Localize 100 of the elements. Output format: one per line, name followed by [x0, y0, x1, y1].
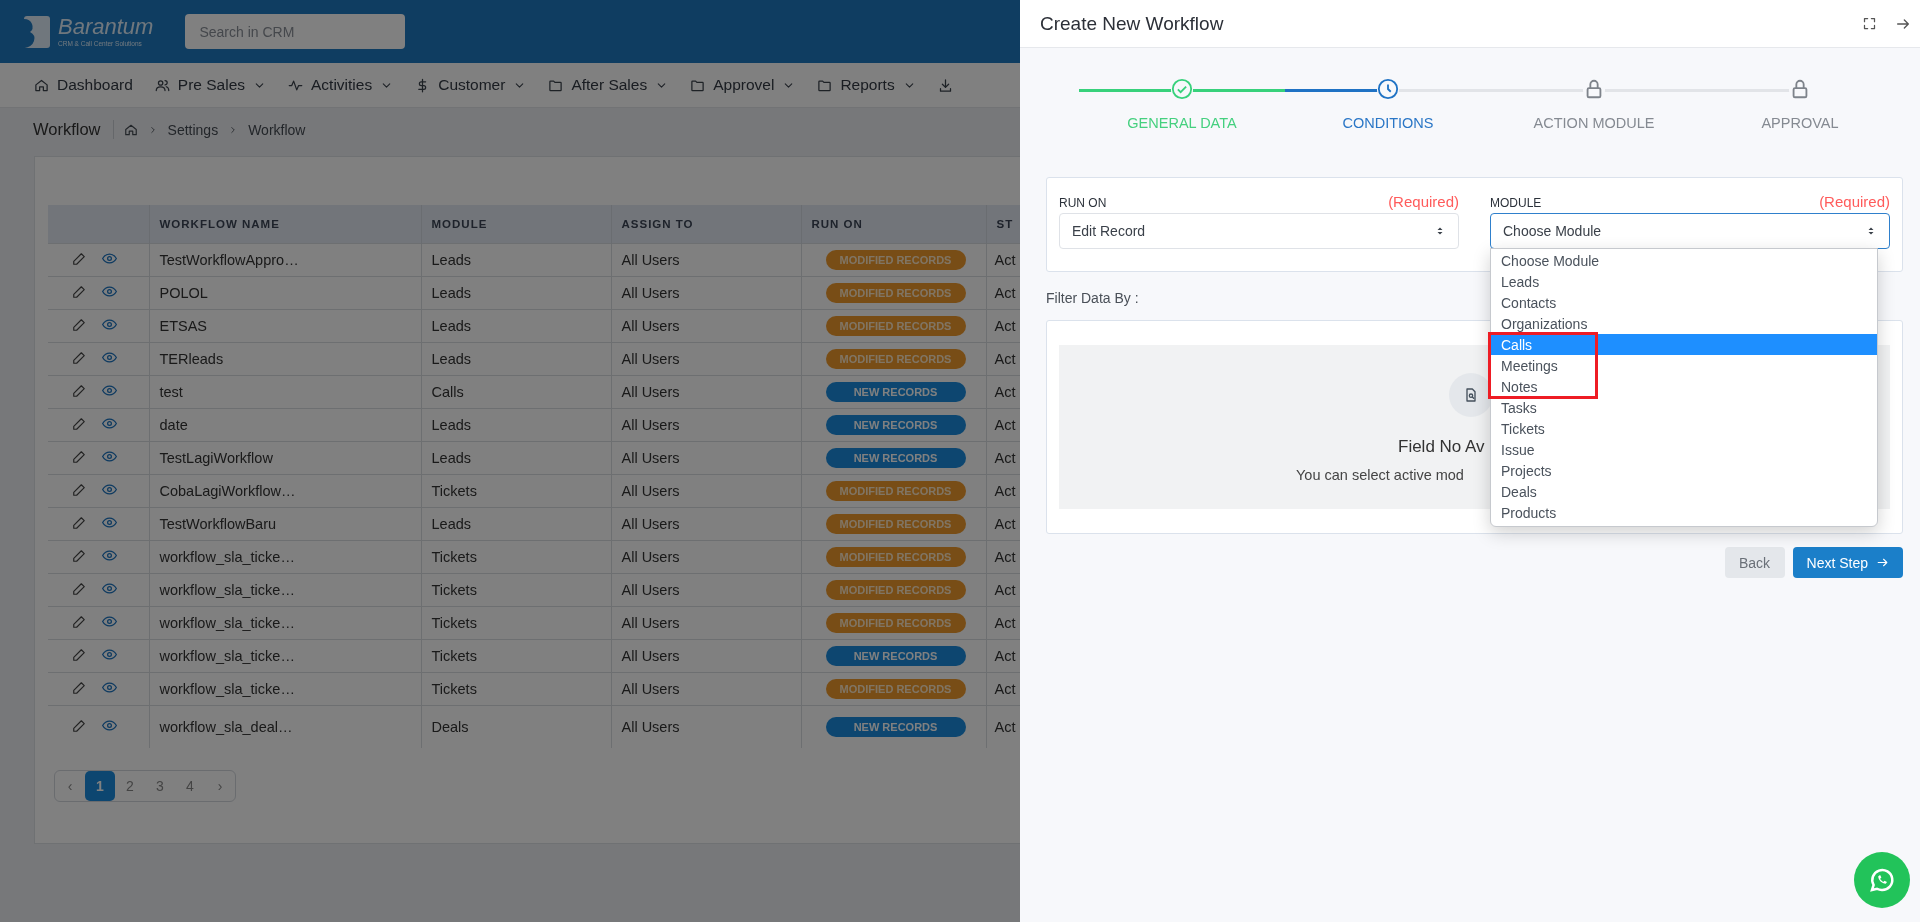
table-cell: Tickets: [421, 573, 611, 607]
table-cell: TERleads: [149, 342, 421, 376]
table-cell: workflow_sla_ticke…: [149, 606, 421, 640]
run-on-select[interactable]: Edit Record: [1059, 213, 1459, 249]
status-badge: NEW RECORDS: [825, 382, 966, 402]
nav-menu-item[interactable]: Activities: [288, 76, 394, 94]
page-button[interactable]: ›: [205, 771, 235, 801]
table-cell: Tickets: [421, 540, 611, 574]
table-cell: All Users: [611, 705, 801, 748]
eye-icon: [102, 548, 117, 563]
column-header: WORKFLOW NAME: [149, 205, 421, 244]
column-header: ST: [986, 205, 1020, 244]
dropdown-option[interactable]: Leads: [1491, 271, 1877, 292]
table-cell: workflow_sla_ticke…: [149, 639, 421, 673]
required-note: (Required): [1388, 193, 1459, 210]
pencil-icon: [72, 416, 86, 431]
eye-icon: [102, 581, 117, 596]
table-cell: All Users: [611, 474, 801, 508]
table-cell: Act: [994, 351, 1016, 367]
pencil-icon: [72, 383, 86, 398]
table-cell: Act: [994, 252, 1016, 268]
table-cell: Act: [994, 450, 1016, 466]
dropdown-option[interactable]: Projects: [1491, 460, 1877, 481]
module-select[interactable]: Choose Module: [1490, 213, 1890, 249]
table-cell: workflow_sla_ticke…: [149, 672, 421, 706]
empty-title: Field No Av: [1398, 437, 1485, 457]
dropdown-option[interactable]: Issue: [1491, 439, 1877, 460]
pencil-icon: [72, 350, 86, 365]
dropdown-option[interactable]: Meetings: [1491, 355, 1877, 376]
table-cell: TestLagiWorkflow: [149, 441, 421, 475]
page-button[interactable]: ‹: [55, 771, 85, 801]
nav-menu-item[interactable]: Customer: [415, 76, 527, 94]
table-cell: Leads: [421, 441, 611, 475]
search-field[interactable]: Search in CRM: [185, 14, 406, 49]
dropdown-option[interactable]: Contacts: [1491, 292, 1877, 313]
page-button[interactable]: 1: [85, 771, 115, 801]
table-cell: Leads: [421, 408, 611, 442]
table-cell: All Users: [611, 573, 801, 607]
eye-icon: [102, 647, 117, 662]
pencil-icon: [72, 647, 86, 662]
page-button[interactable]: 2: [115, 771, 145, 801]
nav-menu-item[interactable]: Dashboard: [34, 76, 133, 94]
dropdown-option[interactable]: Notes: [1491, 376, 1877, 397]
table-cell: Act: [994, 318, 1016, 334]
table-cell: workflow_sla_ticke…: [149, 540, 421, 574]
status-badge: NEW RECORDS: [825, 646, 966, 666]
column-header: ASSIGN TO: [611, 205, 801, 244]
pencil-icon: [72, 251, 86, 266]
table-cell: Act: [994, 549, 1016, 565]
dropdown-option[interactable]: Tickets: [1491, 418, 1877, 439]
folder-icon: [548, 77, 564, 93]
table-cell: date: [149, 408, 421, 442]
table-cell: All Users: [611, 441, 801, 475]
table-cell: All Users: [611, 408, 801, 442]
table-cell: All Users: [611, 375, 801, 409]
nav-menu-item[interactable]: Reports: [817, 76, 916, 94]
status-badge: MODIFIED RECORDS: [825, 316, 966, 336]
file-search-icon: [1463, 387, 1479, 403]
status-badge: MODIFIED RECORDS: [825, 349, 966, 369]
nav-menu-item[interactable]: After Sales: [548, 76, 669, 94]
table-cell: All Users: [611, 540, 801, 574]
next-step-button[interactable]: Next Step: [1792, 547, 1903, 578]
eye-icon: [102, 680, 117, 695]
status-badge: MODIFIED RECORDS: [825, 250, 966, 270]
table-cell: All Users: [611, 507, 801, 541]
eye-icon: [102, 482, 117, 497]
page-button[interactable]: 4: [175, 771, 205, 801]
table-cell: Leads: [421, 276, 611, 310]
nav-menu-item[interactable]: Pre Sales: [154, 76, 267, 94]
required-note: (Required): [1819, 193, 1890, 210]
status-badge: MODIFIED RECORDS: [825, 613, 966, 633]
status-badge: MODIFIED RECORDS: [825, 679, 966, 699]
dropdown-option[interactable]: Tasks: [1491, 397, 1877, 418]
breadcrumb-link[interactable]: Workflow: [248, 121, 306, 138]
panel-title: Create New Workflow: [1040, 12, 1224, 35]
dropdown-option[interactable]: Calls: [1491, 334, 1877, 355]
home-icon: [123, 122, 138, 137]
pencil-icon: [72, 548, 86, 563]
dropdown-option[interactable]: Choose Module: [1491, 250, 1877, 271]
back-button[interactable]: Back: [1724, 547, 1785, 578]
page-button[interactable]: 3: [145, 771, 175, 801]
nav-menu-item[interactable]: Approvel: [690, 76, 796, 94]
pencil-icon: [72, 317, 86, 332]
table-cell: POLOL: [149, 276, 421, 310]
step-label: GENERAL DATA: [1127, 115, 1237, 131]
expand-button[interactable]: [1862, 15, 1877, 32]
table-cell: All Users: [611, 243, 801, 277]
dropdown-option[interactable]: Organizations: [1491, 313, 1877, 334]
table-cell: Tickets: [421, 606, 611, 640]
table-cell: All Users: [611, 276, 801, 310]
dropdown-option[interactable]: Deals: [1491, 481, 1877, 502]
status-badge: NEW RECORDS: [825, 448, 966, 468]
breadcrumb-link[interactable]: Settings: [167, 121, 219, 138]
eye-icon: [102, 416, 117, 431]
eye-icon: [102, 251, 117, 266]
pencil-icon: [72, 718, 86, 733]
table-cell: ETSAS: [149, 309, 421, 343]
eye-icon: [102, 614, 117, 629]
filter-label: Filter Data By :: [1046, 290, 1139, 306]
dropdown-option[interactable]: Products: [1491, 502, 1877, 523]
